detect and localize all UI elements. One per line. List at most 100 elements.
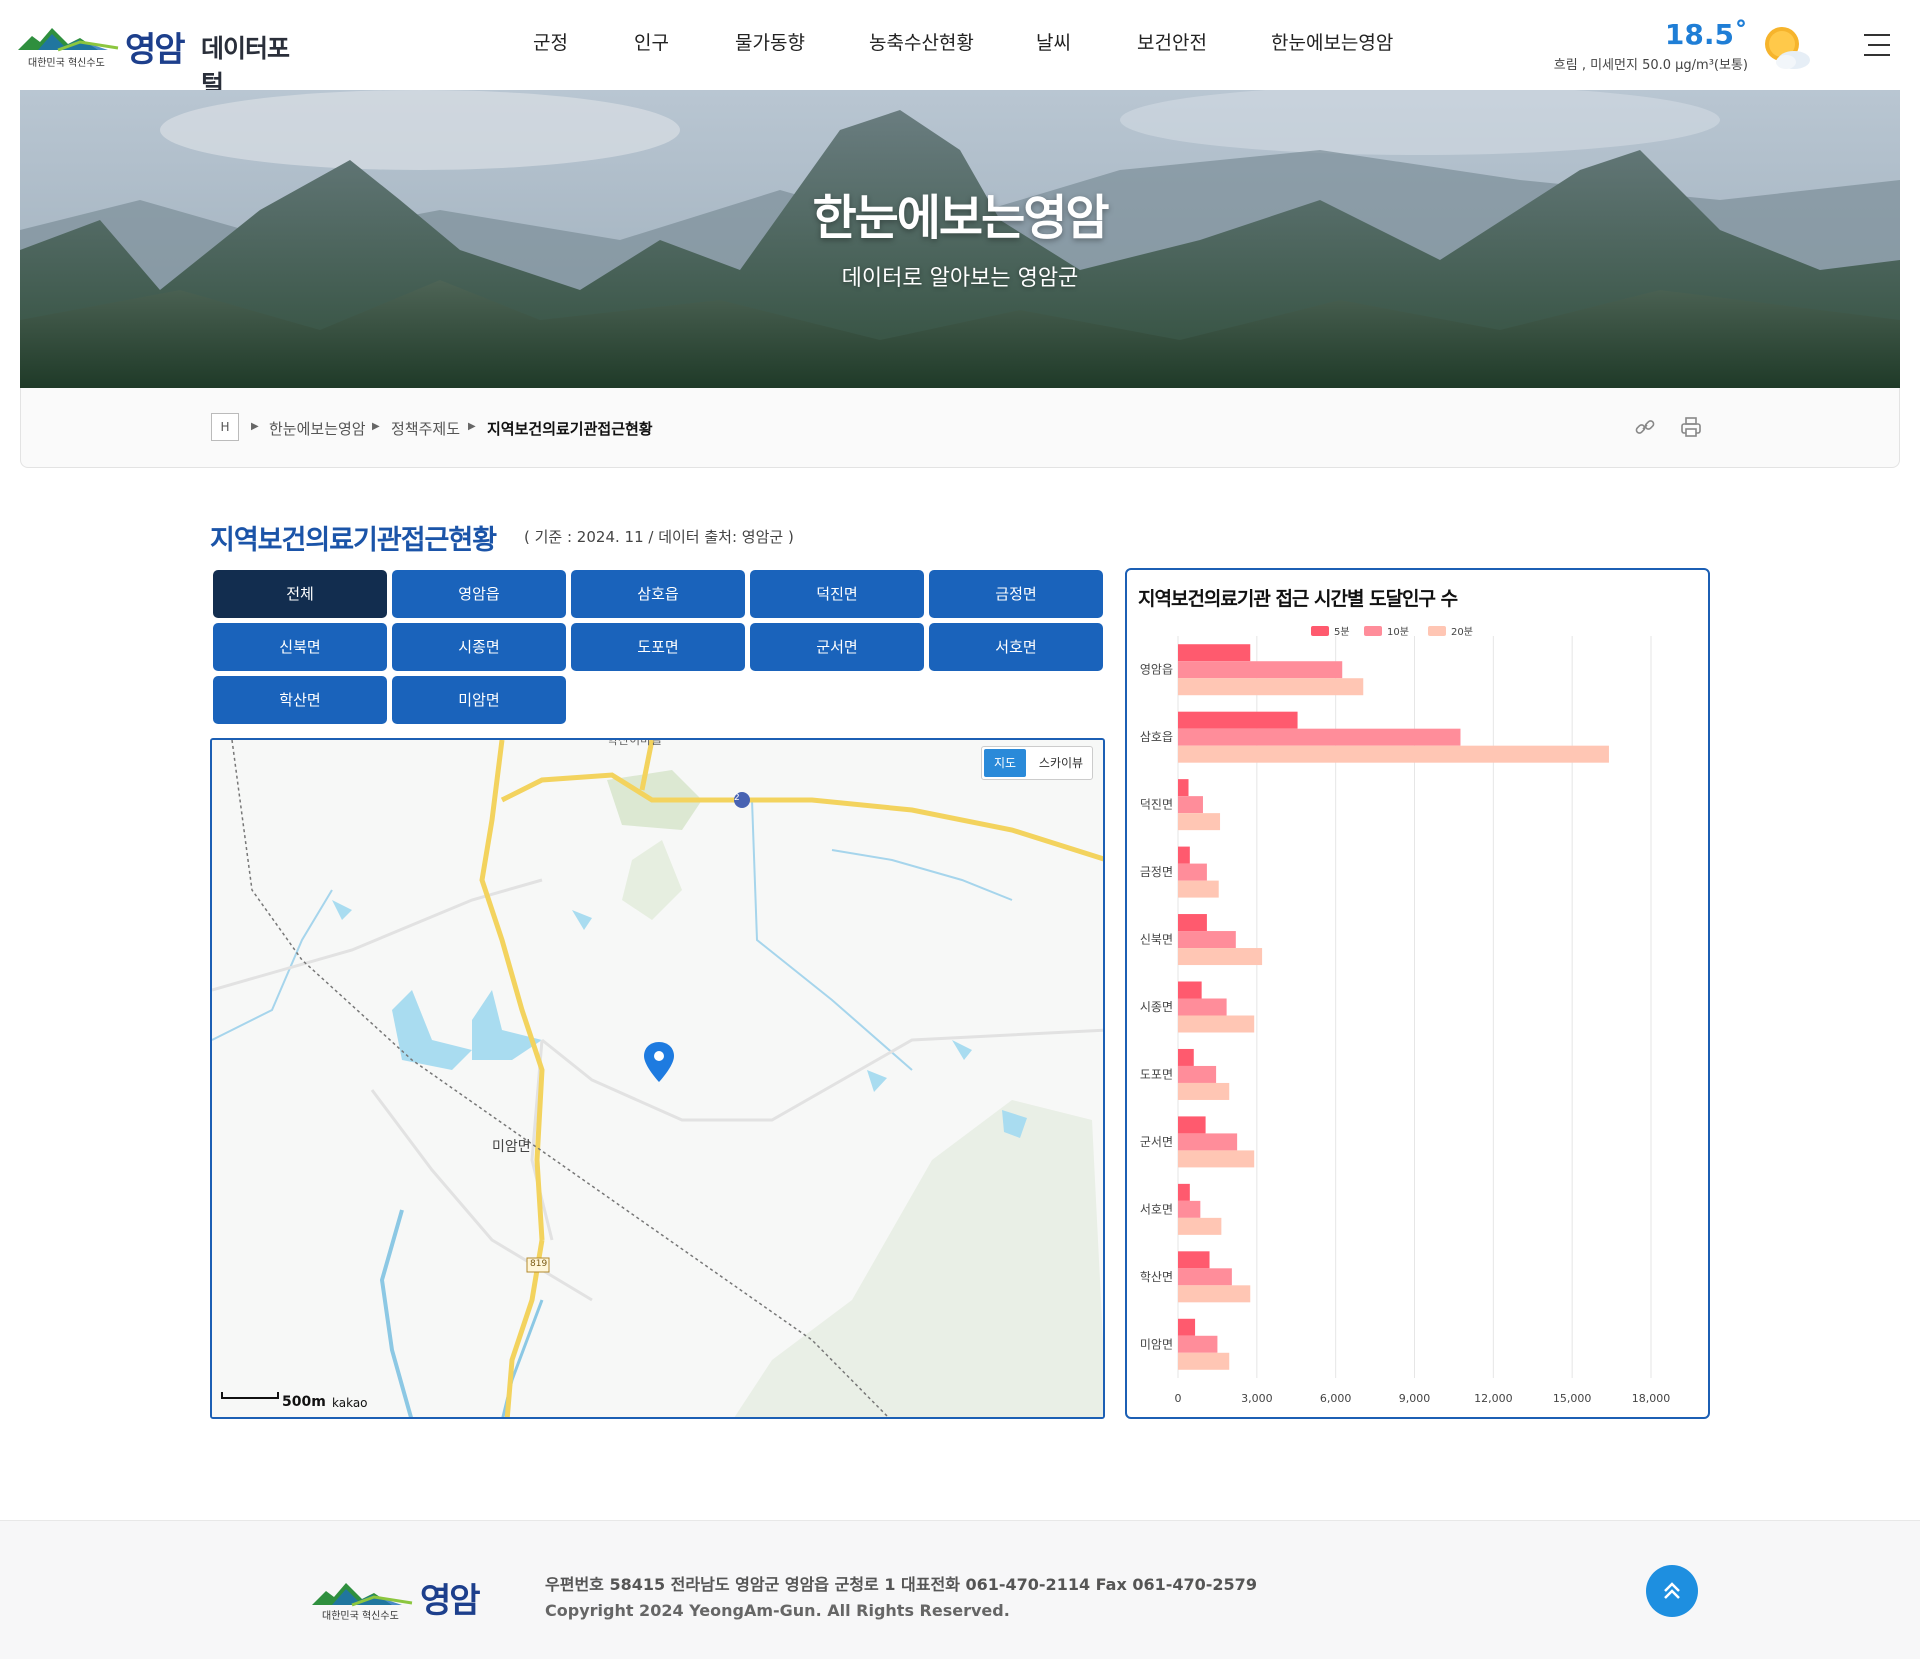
legend-swatch [1311, 626, 1329, 636]
tab-geumjeong-myeon[interactable]: 금정면 [929, 570, 1103, 618]
bar [1178, 661, 1343, 679]
bar [1178, 1217, 1222, 1235]
print-icon[interactable] [1680, 416, 1702, 438]
bar [1178, 728, 1461, 746]
x-tick-label: 12,000 [1474, 1392, 1513, 1405]
bar [1178, 1200, 1201, 1218]
tab-seoho-myeon[interactable]: 서호면 [929, 623, 1103, 671]
y-category-label: 신북면 [1140, 933, 1173, 947]
route-2-label: 2 [734, 793, 740, 803]
y-category-label: 영암읍 [1140, 663, 1173, 677]
y-category-label: 학산면 [1140, 1270, 1173, 1284]
y-category-label: 시종면 [1140, 1000, 1173, 1014]
menu-button[interactable] [1864, 34, 1892, 60]
logo-name: 영암 [125, 30, 186, 70]
bar [1178, 948, 1263, 966]
x-tick-label: 9,000 [1399, 1392, 1431, 1405]
bar [1178, 1318, 1196, 1336]
nav-item-weather[interactable]: 날씨 [1036, 28, 1071, 55]
route-819-label: 819 [530, 1259, 548, 1269]
bar [1178, 1133, 1238, 1151]
tab-haksan-myeon[interactable]: 학산면 [213, 676, 387, 724]
bar [1178, 1048, 1194, 1066]
bar [1178, 796, 1203, 814]
bar [1178, 880, 1219, 898]
footer-logo-name: 영암 [420, 1581, 481, 1621]
bar [1178, 779, 1189, 797]
site-footer: 대한민국 혁신수도 영암 우편번호 58415 전라남도 영암군 영암읍 군청로… [0, 1520, 1920, 1659]
map-type-skyview-button[interactable]: 스카이뷰 [1032, 749, 1090, 777]
weather-temperature: 18.5˚ [1664, 18, 1748, 51]
tab-deokjin-myeon[interactable]: 덕진면 [750, 570, 924, 618]
footer-copyright: Copyright 2024 YeongAm-Gun. All Rights R… [545, 1601, 1010, 1620]
bar [1178, 1285, 1251, 1303]
y-category-label: 서호면 [1140, 1202, 1173, 1216]
nav-item-agriculture[interactable]: 농축수산현황 [869, 28, 974, 55]
breadcrumb-arrow-icon: ▶ [251, 421, 259, 432]
x-tick-label: 0 [1175, 1392, 1182, 1405]
hero-banner: 한눈에보는영암 데이터로 알아보는 영암군 [20, 90, 1900, 388]
y-category-label: 군서면 [1140, 1135, 1173, 1149]
legend-label: 20분 [1451, 626, 1473, 638]
bar [1178, 914, 1207, 932]
breadcrumb-item-current: 지역보건의료기관접근현황 [487, 420, 653, 438]
scroll-top-button[interactable] [1646, 1565, 1698, 1617]
y-category-label: 삼호읍 [1140, 730, 1173, 744]
y-category-label: 덕진면 [1140, 798, 1173, 812]
map-type-map-button[interactable]: 지도 [984, 749, 1026, 777]
nav-item-population[interactable]: 인구 [634, 28, 669, 55]
bar [1178, 1015, 1255, 1033]
mountain-logo-icon [18, 28, 119, 52]
y-category-label: 미암면 [1140, 1337, 1173, 1351]
page-meta: ( 기준 : 2024. 11 / 데이터 출처: 영암군 ) [524, 528, 794, 546]
bar [1178, 1352, 1230, 1370]
x-tick-label: 6,000 [1320, 1392, 1352, 1405]
tab-sinbuk-myeon[interactable]: 신북면 [213, 623, 387, 671]
tab-samho-eup[interactable]: 삼호읍 [571, 570, 745, 618]
map-scale: 500m [282, 1394, 326, 1410]
y-category-label: 도포면 [1140, 1067, 1173, 1081]
x-tick-label: 18,000 [1632, 1392, 1671, 1405]
breadcrumb-arrow-icon: ▶ [372, 421, 380, 432]
footer-logo[interactable]: 대한민국 혁신수도 영암 [312, 1577, 502, 1637]
x-tick-label: 15,000 [1553, 1392, 1592, 1405]
bar [1178, 1268, 1232, 1286]
bar [1178, 678, 1364, 696]
home-button[interactable]: H [211, 413, 239, 441]
map-type-toggle: 지도 스카이뷰 [981, 746, 1093, 780]
weather-description: 흐림 , 미세먼지 50.0 μg/m³(보통) [1553, 58, 1748, 73]
legend-label: 10분 [1387, 626, 1409, 638]
map-view[interactable]: 2 819 학산이마을 미암면 지도 스카이뷰 500m kakao [210, 738, 1105, 1419]
site-logo[interactable]: 대한민국 혁신수도 영암 데이터포털 [18, 18, 308, 99]
bar [1178, 1251, 1210, 1269]
nav-item-health-safety[interactable]: 보건안전 [1137, 28, 1207, 55]
bar [1178, 1065, 1217, 1083]
bar [1178, 931, 1236, 949]
chart-panel: 지역보건의료기관 접근 시간별 도달인구 수 0 3,000 6,000 9,000 1… [1125, 568, 1710, 1419]
map-provider-logo: kakao [332, 1396, 368, 1410]
tab-all[interactable]: 전체 [213, 570, 387, 618]
tab-dopo-myeon[interactable]: 도포면 [571, 623, 745, 671]
breadcrumb-item-policy-map[interactable]: 정책주제도 [391, 418, 460, 439]
bar-chart: 0 3,000 6,000 9,000 12,000 15,000 18,000 5분 10분 2… [1140, 626, 1671, 1405]
nav-item-overview[interactable]: 한눈에보는영암 [1271, 28, 1393, 55]
tab-yeongam-eup[interactable]: 영암읍 [392, 570, 566, 618]
legend-swatch [1364, 626, 1382, 636]
tab-gunseo-myeon[interactable]: 군서면 [750, 623, 924, 671]
bar [1178, 1183, 1190, 1201]
breadcrumb-arrow-icon: ▶ [468, 421, 476, 432]
map-marker-icon[interactable] [644, 1042, 674, 1082]
link-icon[interactable] [1634, 416, 1656, 438]
bar [1178, 711, 1298, 729]
nav-item-prices[interactable]: 물가동향 [735, 28, 805, 55]
legend-swatch [1428, 626, 1446, 636]
nav-item-gunjeong[interactable]: 군정 [533, 28, 568, 55]
breadcrumb-item-overview[interactable]: 한눈에보는영암 [269, 418, 366, 439]
site-header: 대한민국 혁신수도 영암 데이터포털 군정 인구 물가동향 농축수산현황 날씨 … [0, 0, 1920, 99]
sun-cloud-icon [1765, 27, 1810, 69]
bar [1178, 745, 1609, 763]
tab-miam-myeon[interactable]: 미암면 [392, 676, 566, 724]
tab-sijong-myeon[interactable]: 시종면 [392, 623, 566, 671]
bar [1178, 1150, 1255, 1168]
bar [1178, 1082, 1230, 1100]
